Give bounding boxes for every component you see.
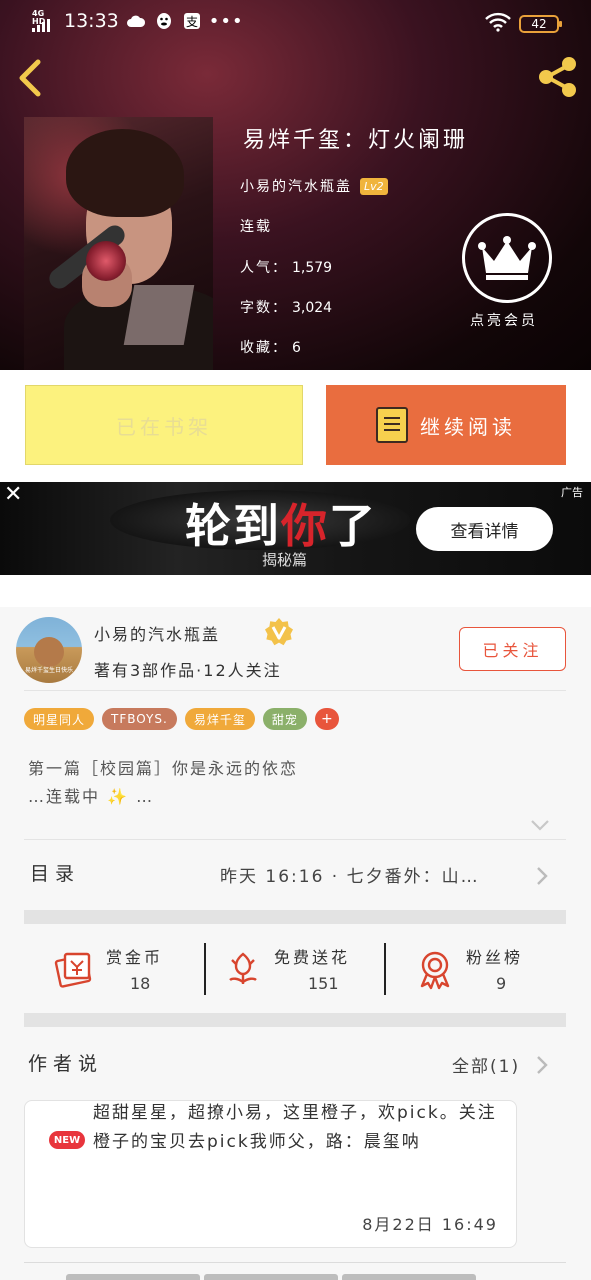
author-says-date: 8月22日 16:49 bbox=[362, 1215, 498, 1234]
share-button[interactable] bbox=[535, 54, 581, 100]
network-signal-icon: 4G HD bbox=[32, 10, 58, 32]
author-says-card[interactable]: NEW 超甜星星，超撩小易，这里橙子，欢pick。关注橙子的宝贝去pick我师父… bbox=[24, 1100, 517, 1248]
continue-reading-button[interactable]: 继续阅读 bbox=[326, 385, 566, 465]
wifi-icon bbox=[485, 12, 511, 36]
ad-banner[interactable]: ✕ 广告 轮到你了 揭秘篇 查看详情 bbox=[0, 482, 591, 575]
follow-button[interactable]: 已关注 bbox=[459, 627, 566, 671]
clock: 13:33 bbox=[64, 10, 119, 32]
serial-status: 连载 bbox=[240, 219, 272, 235]
tag-item[interactable]: 易烊千玺 bbox=[184, 708, 255, 730]
author-says-all-link[interactable]: 全部(1) bbox=[452, 1052, 520, 1077]
bottom-tabs bbox=[66, 1274, 476, 1280]
continue-reading-label: 继续阅读 bbox=[420, 414, 516, 439]
alipay-icon: 支 bbox=[181, 12, 203, 30]
author-says-label: 作者说 bbox=[28, 1053, 104, 1075]
ribbon-medal-icon bbox=[414, 948, 456, 990]
back-button[interactable] bbox=[14, 56, 48, 100]
chevron-left-icon bbox=[19, 59, 41, 97]
favorites-stat: 收藏： 6 bbox=[240, 340, 301, 356]
share-icon bbox=[539, 57, 576, 97]
level-badge: Lv2 bbox=[360, 177, 388, 195]
close-icon[interactable]: ✕ bbox=[4, 484, 22, 506]
book-author[interactable]: 小易的汽水瓶盖 Lv2 bbox=[240, 176, 388, 196]
sparkle-icon: ✨ bbox=[107, 787, 130, 806]
crown-icon bbox=[478, 236, 536, 280]
vip-label[interactable]: 点亮会员 bbox=[470, 310, 538, 330]
fan-ranking-stat[interactable]: 粉丝榜 9 bbox=[386, 940, 566, 1000]
tag-list: 明星同人 TFBOYS. 易烊千玺 甜宠 + bbox=[24, 708, 339, 730]
author-card-subtitle: 著有3部作品·12人关注 bbox=[94, 661, 282, 680]
book-intro: 第一篇［校园篇］你是永远的依恋 …连载中 ✨ … bbox=[28, 759, 299, 806]
new-badge: NEW bbox=[49, 1131, 85, 1149]
verified-badge-icon bbox=[264, 617, 294, 647]
add-tag-button[interactable]: + bbox=[314, 708, 339, 730]
more-dots-icon: ••• bbox=[208, 10, 244, 32]
popularity-stat: 人气： 1,579 bbox=[240, 260, 333, 276]
tag-item[interactable]: TFBOYS. bbox=[102, 708, 177, 730]
ad-label: 广告 bbox=[561, 486, 583, 499]
chevron-down-icon bbox=[531, 820, 549, 831]
ad-subtitle: 揭秘篇 bbox=[262, 551, 308, 569]
avatar[interactable]: 易烊千玺生日快乐 bbox=[16, 617, 82, 683]
action-bar: 已在书架 继续阅读 bbox=[0, 370, 591, 482]
red-envelope-icon bbox=[52, 948, 94, 990]
free-flowers-stat[interactable]: 免费送花 151 bbox=[206, 940, 386, 1000]
ad-details-button[interactable]: 查看详情 bbox=[416, 507, 553, 551]
latest-chapter[interactable]: 昨天 16:16 · 七夕番外：山… bbox=[220, 862, 480, 887]
expand-button[interactable] bbox=[530, 817, 550, 831]
author-card-name[interactable]: 小易的汽水瓶盖 bbox=[94, 621, 220, 645]
flower-icon bbox=[222, 948, 264, 990]
book-cover-image bbox=[24, 117, 213, 370]
tag-item[interactable]: 明星同人 bbox=[24, 708, 95, 730]
ad-title: 轮到你了 bbox=[185, 499, 377, 553]
penguin-icon bbox=[153, 12, 175, 30]
author-name[interactable]: 小易的汽水瓶盖 bbox=[240, 176, 352, 196]
vip-button[interactable] bbox=[462, 213, 552, 303]
status-bar: 4G HD 13:33 支 ••• 42 bbox=[0, 0, 591, 44]
tag-item[interactable]: 甜宠 bbox=[262, 708, 307, 730]
word-count-stat: 字数： 3,024 bbox=[240, 300, 333, 316]
chevron-right-icon[interactable] bbox=[536, 866, 548, 886]
book-header: 4G HD 13:33 支 ••• 42 易烊千玺：灯火阑珊 小易的汽水瓶盖 L… bbox=[0, 0, 591, 370]
chevron-right-icon[interactable] bbox=[536, 1055, 548, 1075]
svg-text:支: 支 bbox=[186, 15, 198, 29]
on-shelf-button[interactable]: 已在书架 bbox=[25, 385, 303, 465]
book-icon bbox=[376, 407, 408, 443]
cloud-icon bbox=[125, 12, 147, 30]
battery-icon: 42 bbox=[519, 15, 562, 33]
toc-label[interactable]: 目录 bbox=[30, 859, 80, 886]
author-says-text: 超甜星星，超撩小易，这里橙子，欢pick。关注橙子的宝贝去pick我师父，路：晨… bbox=[93, 1103, 497, 1152]
details-section: 易烊千玺生日快乐 小易的汽水瓶盖 著有3部作品·12人关注 已关注 明星同人 T… bbox=[0, 607, 591, 1280]
reward-coins-stat[interactable]: 赏金币 18 bbox=[24, 940, 204, 1000]
book-title: 易烊千玺：灯火阑珊 bbox=[243, 128, 469, 153]
stats-row: 赏金币 18 免费送花 151 粉丝榜 9 bbox=[24, 940, 566, 1000]
